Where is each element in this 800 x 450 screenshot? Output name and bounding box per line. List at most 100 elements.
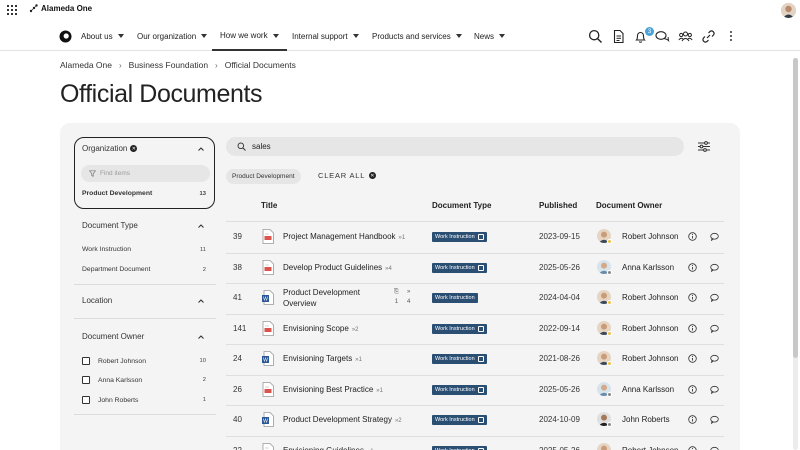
chevron-up-icon[interactable] <box>197 222 205 230</box>
comment-icon[interactable] <box>710 385 719 394</box>
table-row[interactable]: 41 W Product Development Overview ⎘ 1 » 4 Work … <box>226 283 724 313</box>
column-header-document-type[interactable]: Document Type <box>432 201 491 210</box>
nav-internal-support[interactable]: Internal support <box>292 22 359 50</box>
table-row[interactable]: 22 Envisioning Guidelines»1 Work Instructi… <box>226 436 724 450</box>
published-date: 2023-09-15 <box>539 232 580 241</box>
document-title-link[interactable]: Develop Product Guidelines »4 <box>283 263 392 272</box>
document-type-badge[interactable]: Work Instruction <box>432 293 478 303</box>
chat-bubbles-icon[interactable] <box>655 29 670 44</box>
breadcrumb-item-current[interactable]: Official Documents <box>225 60 296 70</box>
document-type-badge[interactable]: Work Instruction <box>432 354 487 364</box>
nav-news[interactable]: News <box>474 22 506 50</box>
external-link-icon <box>477 264 484 271</box>
comment-icon[interactable] <box>710 293 719 302</box>
chevron-up-icon[interactable] <box>197 297 205 305</box>
document-title-link[interactable]: Envisioning Scope »2 <box>283 324 359 333</box>
user-avatar[interactable] <box>781 3 796 18</box>
chevron-up-icon[interactable] <box>197 145 205 153</box>
info-icon[interactable] <box>688 384 697 394</box>
document-type-badge[interactable]: Work Instruction <box>432 323 487 334</box>
brand-name: Alameda One <box>41 4 93 13</box>
active-filter-chip[interactable]: Product Development <box>226 169 301 184</box>
scrollbar-thumb[interactable] <box>793 58 798 358</box>
pdf-file-icon <box>262 229 274 244</box>
nav-our-organization[interactable]: Our organization <box>137 22 208 50</box>
checkbox[interactable] <box>82 357 90 365</box>
checkbox[interactable] <box>82 376 90 384</box>
search-bar[interactable] <box>226 137 684 156</box>
owner-avatar[interactable] <box>597 442 611 450</box>
word-file-icon: W <box>262 290 274 305</box>
document-type-badge[interactable]: Work Instruction <box>432 262 487 273</box>
document-type-badge[interactable]: Work Instruction <box>432 445 487 450</box>
document-title-link[interactable]: Envisioning Best Practice »1 <box>283 385 383 394</box>
info-icon[interactable] <box>688 354 697 363</box>
column-header-title[interactable]: Title <box>261 201 277 210</box>
app-grid-icon[interactable] <box>7 5 17 15</box>
home-logo-icon[interactable] <box>59 30 72 43</box>
facet-option-robert-johnson[interactable]: Robert Johnson 10 <box>82 357 206 365</box>
team-icon[interactable] <box>678 29 693 44</box>
document-type-badge[interactable]: Work Instruction <box>432 384 487 395</box>
brand-logo-icon <box>29 4 38 13</box>
pdf-file-icon <box>262 381 274 397</box>
brand[interactable]: Alameda One <box>29 4 92 13</box>
info-icon[interactable] <box>688 415 697 424</box>
breadcrumb-item-home[interactable]: Alameda One <box>60 60 112 70</box>
facet-option-anna-karlsson[interactable]: Anna Karlsson 2 <box>82 376 206 384</box>
published-date: 2025-05-26 <box>539 384 580 394</box>
table-row[interactable]: 38 Develop Product Guidelines »4 Work Instr… <box>226 253 724 283</box>
caret-down-icon <box>272 33 279 38</box>
table-row[interactable]: 39 Project Management Handbook »1 Work Inst… <box>226 222 724 252</box>
comment-icon[interactable] <box>710 263 719 272</box>
facet-option-product-development[interactable]: Product Development 13 <box>82 190 206 197</box>
info-icon[interactable] <box>688 323 697 333</box>
comment-icon[interactable] <box>710 354 719 363</box>
clear-filter-icon[interactable]: ✕ <box>130 145 138 152</box>
facet-option-department-document[interactable]: Department Document 2 <box>82 266 206 273</box>
column-header-document-owner[interactable]: Document Owner <box>596 201 662 210</box>
comment-icon[interactable] <box>710 232 719 241</box>
pdf-file-icon <box>262 320 274 336</box>
column-header-published[interactable]: Published <box>539 201 577 210</box>
document-title-link[interactable]: Envisioning Targets »1 <box>283 354 362 363</box>
find-items-input[interactable] <box>100 170 200 177</box>
info-icon[interactable] <box>688 293 697 302</box>
document-owner-name: Robert Johnson <box>622 445 679 450</box>
document-type-badge[interactable]: Work Instruction <box>432 232 487 242</box>
nav-about-us[interactable]: About us <box>81 22 124 50</box>
info-icon[interactable] <box>688 232 697 241</box>
document-title-link[interactable]: Product Development Overview <box>283 287 383 309</box>
search-input[interactable] <box>252 142 652 151</box>
table-row[interactable]: 26 Envisioning Best Practice »1 Work Instru… <box>226 375 724 405</box>
facet-option-work-instruction[interactable]: Work Instruction 11 <box>82 246 206 253</box>
chevron-up-icon[interactable] <box>197 333 205 341</box>
published-date: 2025-05-26 <box>539 262 580 272</box>
table-row[interactable]: 24 W Envisioning Targets »1 Work Instruction… <box>226 344 724 374</box>
nav-products-and-services[interactable]: Products and services <box>372 22 462 50</box>
document-title-link[interactable]: Project Management Handbook »1 <box>283 232 405 241</box>
find-items-field[interactable] <box>81 165 210 182</box>
filter-settings-icon[interactable] <box>697 140 711 153</box>
document-owner-name: Robert Johnson <box>622 232 679 241</box>
info-icon[interactable] <box>688 262 697 272</box>
breadcrumb-item-business-foundation[interactable]: Business Foundation <box>129 60 208 70</box>
search-icon[interactable] <box>588 29 603 44</box>
document-type-badge[interactable]: Work Instruction <box>432 415 487 425</box>
facet-option-john-roberts[interactable]: John Roberts 1 <box>82 396 206 404</box>
link-icon[interactable] <box>701 29 716 44</box>
comment-icon[interactable] <box>710 324 719 333</box>
checkbox[interactable] <box>82 396 90 404</box>
comment-icon[interactable] <box>710 415 719 424</box>
info-icon[interactable] <box>688 445 697 450</box>
more-menu-icon[interactable] <box>728 30 734 42</box>
table-row[interactable]: 40 W Product Development Strategy »2 Work In… <box>226 405 724 435</box>
table-row[interactable]: 141 Envisioning Scope »2 Work Instruction 20… <box>226 314 724 344</box>
comment-icon[interactable] <box>710 446 719 450</box>
caret-down-icon <box>201 34 208 38</box>
document-title-link[interactable]: Envisioning Guidelines»1 <box>283 446 374 450</box>
document-title-link[interactable]: Product Development Strategy »2 <box>283 415 402 424</box>
clear-all-button[interactable]: CLEAR ALL ✕ <box>318 171 377 180</box>
nav-how-we-work[interactable]: How we work <box>212 22 287 51</box>
document-icon[interactable] <box>611 29 626 44</box>
